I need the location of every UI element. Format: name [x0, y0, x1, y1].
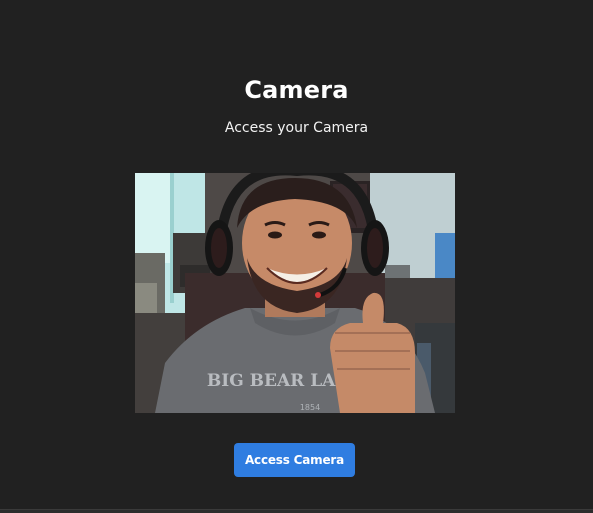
page-subtitle: Access your Camera: [224, 120, 369, 136]
camera-panel: Camera Access your Camera BIG BEAR LAKE …: [0, 0, 593, 510]
bottom-border: [0, 509, 593, 513]
webcam-frame-image: BIG BEAR LAKE 1854: [135, 173, 455, 413]
page-title: Camera: [244, 76, 349, 104]
access-camera-button[interactable]: Access Camera: [234, 443, 355, 477]
camera-preview: BIG BEAR LAKE 1854: [135, 173, 455, 413]
shirt-print-year: 1854: [300, 403, 320, 412]
